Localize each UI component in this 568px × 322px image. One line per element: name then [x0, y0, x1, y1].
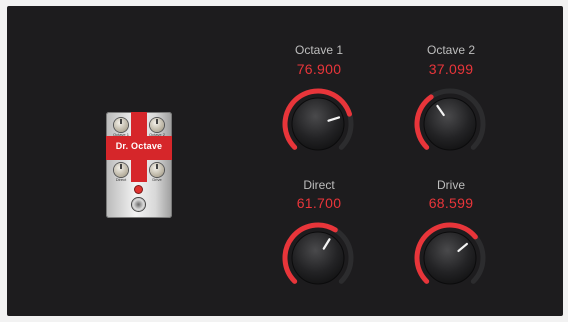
pedal-footswitch	[132, 198, 145, 211]
octave-2-knob[interactable]	[410, 84, 490, 164]
octave-1-label: Octave 1	[294, 43, 344, 57]
pedal-label-octave-1: Octave 1	[112, 132, 129, 137]
drive-knob[interactable]	[410, 218, 490, 298]
pedal-knob-octave-2	[150, 118, 164, 132]
direct-label: Direct	[303, 178, 335, 192]
pedal-label-direct: Direct	[115, 177, 127, 182]
knob-body	[423, 231, 477, 285]
pedal-knob-direct	[114, 163, 128, 177]
knob-body	[291, 231, 345, 285]
drive-value[interactable]: 68.599	[396, 195, 506, 211]
octave-2-value[interactable]: 37.099	[396, 61, 506, 77]
pedal-label-octave-2: Octave 2	[148, 132, 165, 137]
pedal-label-drive: Drive	[152, 177, 162, 182]
knob-body	[423, 97, 477, 151]
dr-octave-pedal: Dr. Octave Octave 1 Octave 2 Direct Driv…	[106, 112, 172, 218]
knob-body	[291, 97, 345, 151]
pedal-knob-octave-1	[114, 118, 128, 132]
pedal-name: Dr. Octave	[115, 141, 163, 151]
octave-1-knob[interactable]	[278, 84, 358, 164]
direct-knob[interactable]	[278, 218, 358, 298]
direct-value[interactable]: 61.700	[264, 195, 374, 211]
pedal-knob-drive	[150, 163, 164, 177]
octave-2-label: Octave 2	[426, 43, 476, 57]
octave-1-value[interactable]: 76.900	[264, 61, 374, 77]
drive-label: Drive	[436, 178, 465, 192]
pedal-led	[135, 186, 142, 193]
